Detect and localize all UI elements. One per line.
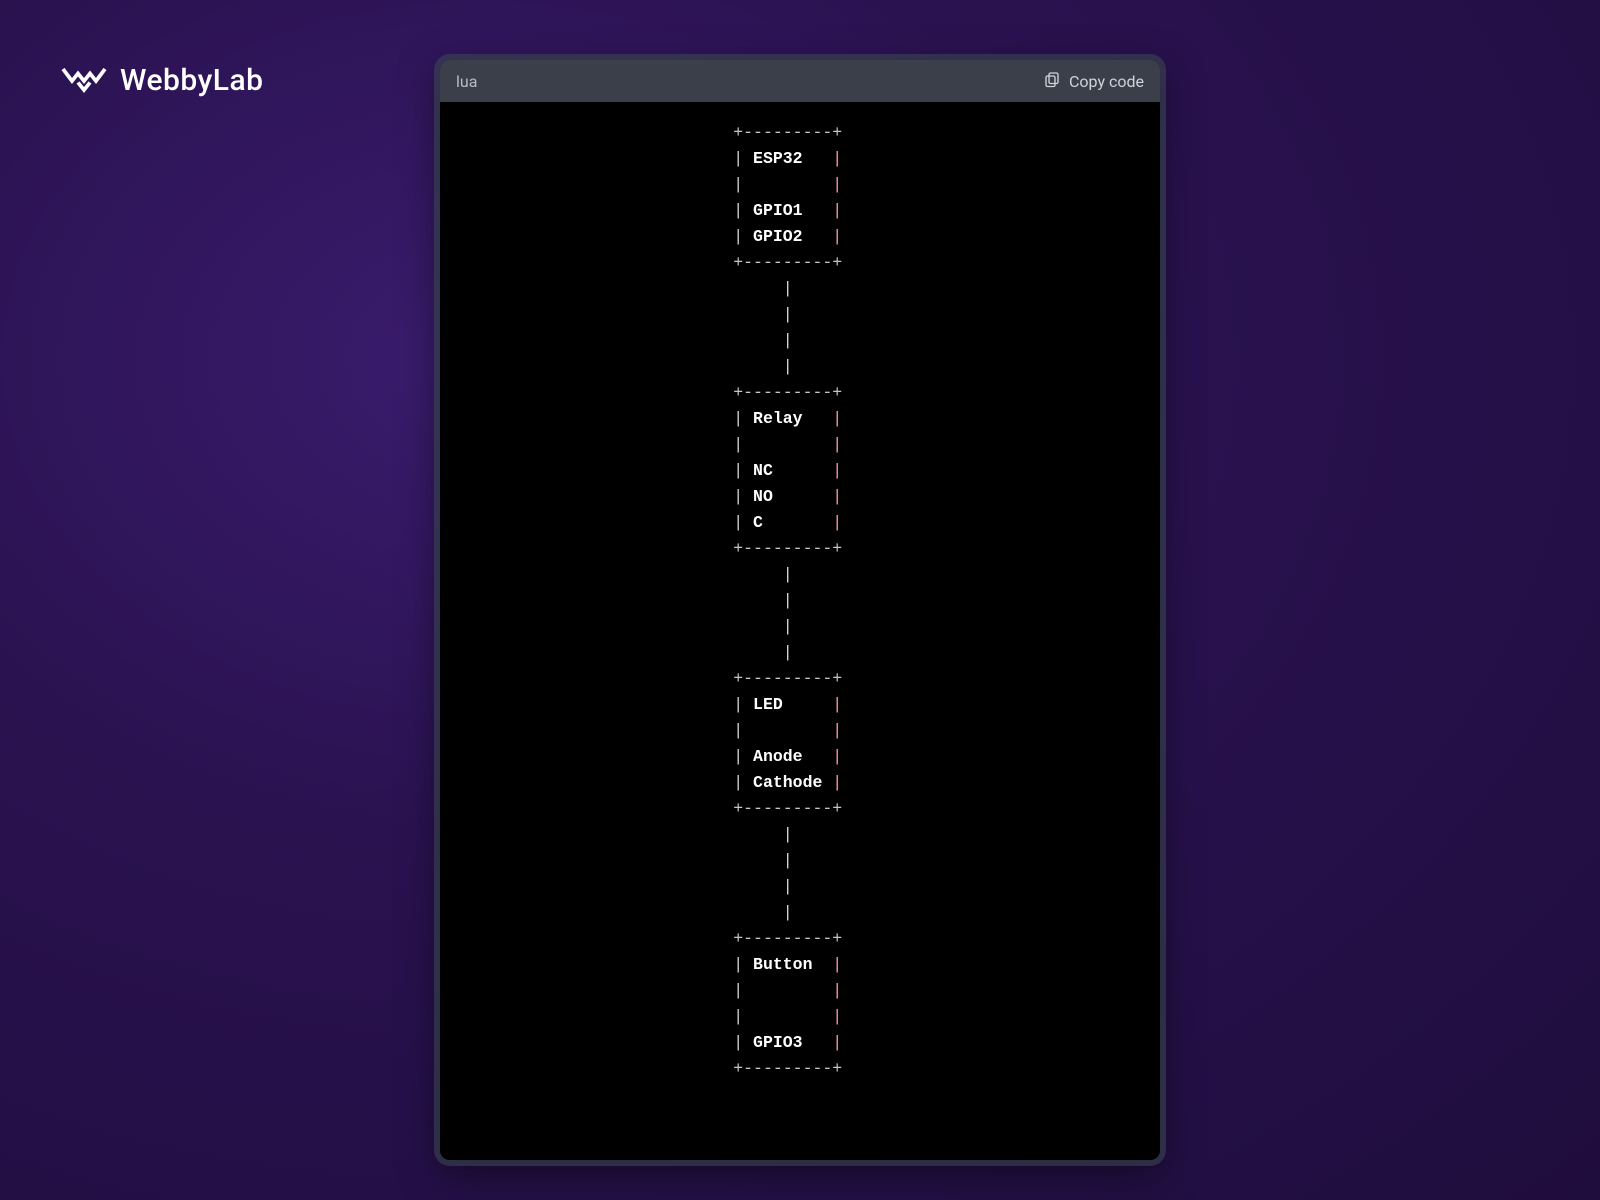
code-block: lua Copy code +---------+ | ESP32 |	[440, 60, 1160, 1160]
code-block-header: lua Copy code	[440, 60, 1160, 102]
copy-code-button[interactable]: Copy code	[1043, 70, 1144, 92]
clipboard-icon	[1043, 70, 1061, 92]
code-block-body: +---------+ | ESP32 | | | | GPIO1 | | GP…	[440, 102, 1160, 1160]
brand-logo: WebbyLab	[60, 62, 264, 98]
copy-code-label: Copy code	[1069, 72, 1144, 91]
code-language-label: lua	[456, 72, 477, 91]
ascii-diagram: +---------+ | ESP32 | | | | GPIO1 | | GP…	[456, 120, 1144, 1082]
brand-logo-icon	[60, 62, 108, 98]
brand-name: WebbyLab	[120, 63, 264, 98]
